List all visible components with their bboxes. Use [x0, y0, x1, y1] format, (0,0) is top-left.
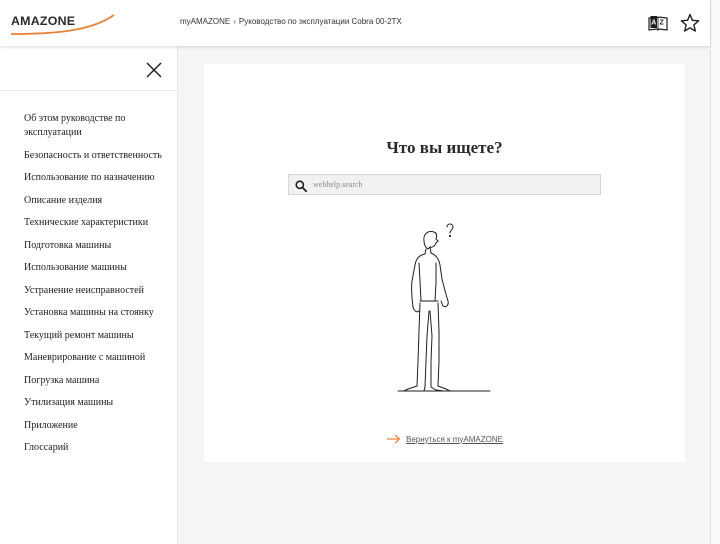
search-icon[interactable]	[295, 179, 308, 193]
toc-item-about-manual[interactable]: Об этом руководстве по эксплуатации	[24, 112, 170, 140]
toc-item-glossary[interactable]: Глоссарий	[24, 441, 170, 455]
back-to-myamazone-link[interactable]: Вернуться к myAMAZONE	[387, 432, 503, 446]
dictionary-icon[interactable]: A Z	[648, 13, 668, 33]
toc-item-using-machine[interactable]: Использование машины	[24, 261, 170, 275]
logo-swoosh-icon	[10, 14, 115, 35]
table-of-contents: Об этом руководстве по эксплуатации Безо…	[24, 112, 170, 464]
breadcrumb-home-link[interactable]: myAMAZONE	[180, 17, 230, 26]
search-input[interactable]	[313, 177, 593, 192]
toc-item-safety[interactable]: Безопасность и ответственность	[24, 149, 170, 163]
back-link-label: Вернуться к myAMAZONE	[406, 434, 503, 444]
sidebar: Об этом руководстве по эксплуатации Безо…	[0, 46, 178, 544]
close-icon[interactable]	[145, 61, 163, 79]
search-card: Что вы ищете? webhelp.search Вернуться к…	[204, 64, 685, 462]
breadcrumb: myAMAZONE › Руководство по эксплуатации Co…	[180, 17, 402, 26]
arrow-right-icon	[387, 434, 401, 444]
top-header: AMAZONE myAMAZONE › Руководство по эксплуа…	[0, 0, 710, 46]
toc-item-maintenance[interactable]: Текущий ремонт машины	[24, 329, 170, 343]
toc-item-loading[interactable]: Погрузка машина	[24, 374, 170, 388]
toc-item-appendix[interactable]: Приложение	[24, 419, 170, 433]
amazone-logo[interactable]: AMAZONE	[10, 12, 116, 36]
breadcrumb-current: Руководство по эксплуатации Cobra 00-2TX	[238, 17, 402, 26]
breadcrumb-separator: ›	[233, 17, 236, 26]
toc-item-technical-data[interactable]: Технические характеристики	[24, 216, 170, 230]
toc-item-disposal[interactable]: Утилизация машины	[24, 396, 170, 410]
page-scrollbar[interactable]	[710, 0, 720, 544]
page-title: Что вы ищете?	[386, 138, 503, 157]
toc-item-parking-machine[interactable]: Установка машины на стоянку	[24, 306, 170, 320]
svg-text:Z: Z	[660, 20, 665, 27]
toc-item-maneuvering[interactable]: Маневрирование с машиной	[24, 351, 170, 365]
favorite-star-icon[interactable]	[680, 13, 700, 33]
sidebar-top-bar	[0, 46, 178, 91]
search-box[interactable]	[288, 174, 601, 195]
toc-item-troubleshooting[interactable]: Устранение неисправностей	[24, 284, 170, 298]
toc-item-intended-use[interactable]: Использование по назначению	[24, 171, 170, 185]
toc-item-preparing-machine[interactable]: Подготовка машины	[24, 239, 170, 253]
toc-item-product-description[interactable]: Описание изделия	[24, 194, 170, 208]
searching-man-illustration	[394, 221, 494, 396]
svg-text:A: A	[651, 20, 656, 27]
